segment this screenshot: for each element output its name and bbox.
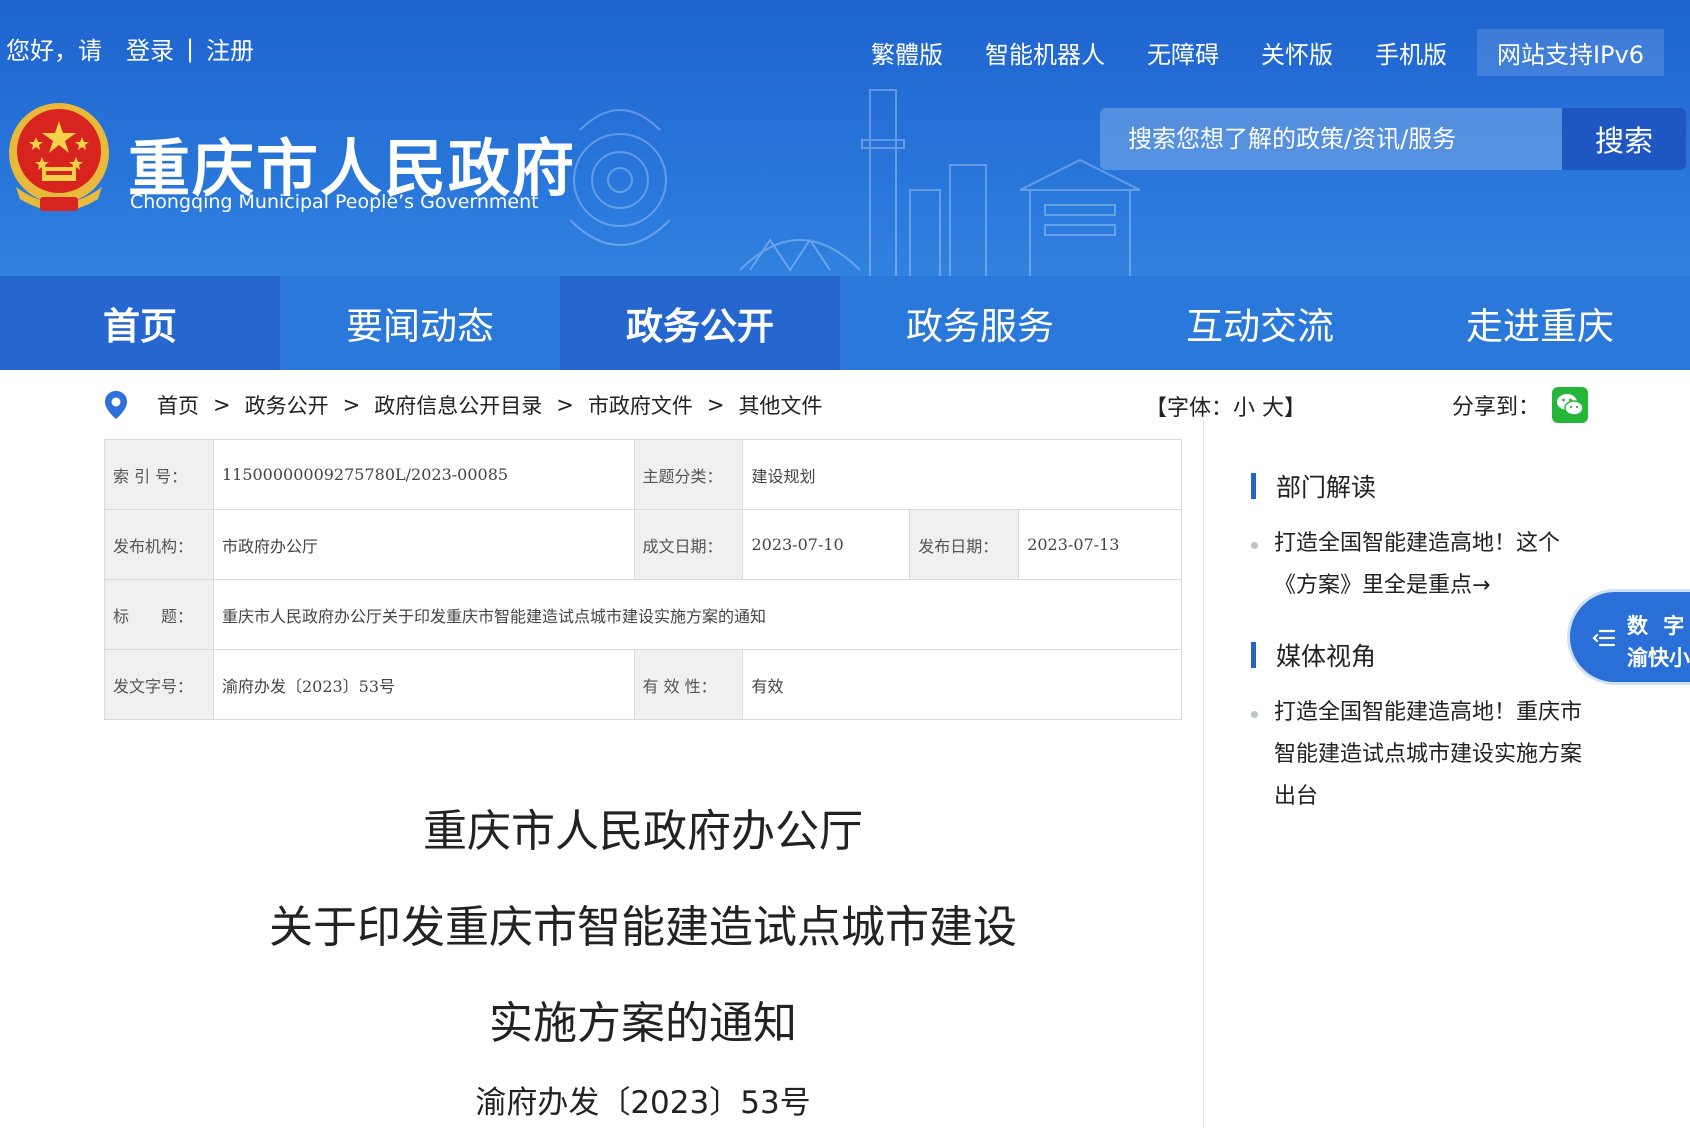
title-label: 标 题： xyxy=(104,579,214,650)
city-skyline-decoration xyxy=(569,89,1141,280)
top-utility-bar: 您好，请 登录 | 注册 繁體版 智能机器人 无障碍 关怀版 手机版 网站支持I… xyxy=(0,0,1690,92)
share-label: 分享到： xyxy=(1452,395,1541,420)
nav-government-affairs-disclosure[interactable]: 政务公开 xyxy=(560,276,840,370)
nav-news[interactable]: 要闻动态 xyxy=(280,276,560,370)
login-register-separator: | xyxy=(186,34,195,63)
share-bar: 分享到： xyxy=(1452,387,1589,423)
site-header: 您好，请 登录 | 注册 繁體版 智能机器人 无障碍 关怀版 手机版 网站支持I… xyxy=(0,0,1690,370)
index-number-label: 索 引 号： xyxy=(104,439,214,510)
sidebar-link-text: 打造全国智能建造高地！这个《方案》里全是重点→ xyxy=(1274,531,1561,598)
national-emblem-logo[interactable] xyxy=(6,101,112,213)
ipv6-support-link[interactable]: 网站支持IPv6 xyxy=(1476,29,1664,76)
site-search: 搜索 xyxy=(1100,108,1686,170)
article-title-line-1: 重庆市人民政府办公厅 xyxy=(423,806,863,857)
greeting-text: 您好，请 xyxy=(6,37,102,65)
search-button[interactable]: 搜索 xyxy=(1562,108,1686,170)
nav-about-chongqing[interactable]: 走进重庆 xyxy=(1400,276,1680,370)
breadcrumb-other-documents[interactable]: 其他文件 xyxy=(738,390,822,420)
breadcrumb-home[interactable]: 首页 xyxy=(157,390,199,420)
publish-date-label: 发布日期： xyxy=(909,509,1020,580)
sidebar-heading-media-perspective: 媒体视角 xyxy=(1251,637,1376,673)
breadcrumb-separator: > xyxy=(556,393,574,417)
menu-icon xyxy=(1592,629,1616,647)
font-size-small-button[interactable]: 小 xyxy=(1233,396,1255,421)
floating-button-line-1: 数 字 xyxy=(1627,614,1689,638)
sidebar-heading-text: 媒体视角 xyxy=(1276,642,1377,671)
search-input[interactable] xyxy=(1100,108,1562,170)
table-row: 标 题： 重庆市人民政府办公厅关于印发重庆市智能建造试点城市建设实施方案的通知 xyxy=(104,579,1183,650)
table-row: 发布机构： 市政府办公厅 成文日期： 2023-07-10 发布日期： 2023… xyxy=(104,509,1182,580)
index-number-value: 11500000009275780L/2023-00085 xyxy=(212,439,635,510)
digital-assistant-floating-button[interactable]: 数 字 渝快小 xyxy=(1567,589,1690,685)
register-link[interactable]: 注册 xyxy=(206,31,254,66)
sidebar-link-department-interpretation[interactable]: 打造全国智能建造高地！这个《方案》里全是重点→ xyxy=(1251,523,1591,607)
font-size-switcher: 【字体：小 大】 xyxy=(1145,390,1306,422)
heading-accent-bar xyxy=(1251,473,1256,499)
heading-accent-bar xyxy=(1251,642,1256,668)
article-title-line-3: 实施方案的通知 xyxy=(489,998,797,1049)
font-size-label: 【字体： xyxy=(1145,396,1234,421)
bullet-dot xyxy=(1251,542,1258,549)
breadcrumb-separator: > xyxy=(342,393,361,417)
validity-label: 有 效 性： xyxy=(633,649,744,720)
sidebar-heading-department-interpretation: 部门解读 xyxy=(1251,468,1376,504)
breadcrumb: 首页 > 政务公开 > 政府信息公开目录 > 市政府文件 > 其他文件 xyxy=(103,390,822,420)
utility-links: 繁體版 智能机器人 无障碍 关怀版 手机版 网站支持IPv6 xyxy=(829,29,1664,76)
document-metadata-table: 索 引 号： 11500000009275780L/2023-00085 主题分… xyxy=(104,439,1183,720)
topic-category-label: 主题分类： xyxy=(633,439,744,510)
font-size-bracket-close: 】 xyxy=(1284,396,1307,421)
bullet-dot xyxy=(1251,711,1258,718)
article-title-line-2: 关于印发重庆市智能建造试点城市建设 xyxy=(269,902,1017,953)
title-value: 重庆市人民政府办公厅关于印发重庆市智能建造试点城市建设实施方案的通知 xyxy=(212,579,1183,650)
issuing-agency-label: 发布机构： xyxy=(104,509,214,580)
breadcrumb-municipal-documents[interactable]: 市政府文件 xyxy=(588,390,693,420)
validity-value: 有效 xyxy=(742,649,1182,720)
nav-home[interactable]: 首页 xyxy=(0,276,280,370)
written-date-label: 成文日期： xyxy=(633,509,744,580)
breadcrumb-government-affairs[interactable]: 政务公开 xyxy=(245,390,329,420)
accessibility-link[interactable]: 无障碍 xyxy=(1147,35,1219,70)
breadcrumb-separator: > xyxy=(706,393,725,417)
main-navigation: 首页 要闻动态 政务公开 政务服务 互动交流 走进重庆 xyxy=(0,276,1690,370)
sidebar-link-media-perspective[interactable]: 打造全国智能建造高地！重庆市智能建造试点城市建设实施方案出台 xyxy=(1251,692,1591,818)
breadcrumb-separator: > xyxy=(213,393,231,417)
table-row: 索 引 号： 11500000009275780L/2023-00085 主题分… xyxy=(104,439,1182,510)
content-sidebar-divider xyxy=(1203,420,1204,1128)
article-document-number: 渝府办发〔2023〕53号 xyxy=(475,1085,811,1121)
table-row: 发文字号： 渝府办发〔2023〕53号 有 效 性： 有效 xyxy=(104,649,1182,720)
nav-government-services[interactable]: 政务服务 xyxy=(840,276,1120,370)
nav-interaction[interactable]: 互动交流 xyxy=(1120,276,1400,370)
site-title-english: Chongqing Municipal People’s Government xyxy=(130,191,539,213)
wechat-share-icon[interactable] xyxy=(1552,387,1589,423)
smart-robot-link[interactable]: 智能机器人 xyxy=(985,35,1105,70)
mobile-version-link[interactable]: 手机版 xyxy=(1375,35,1447,70)
document-number-label: 发文字号： xyxy=(104,649,214,720)
user-greeting: 您好，请 登录 | 注册 xyxy=(6,31,254,66)
font-size-large-button[interactable]: 大 xyxy=(1262,396,1284,421)
elderly-care-mode-link[interactable]: 关怀版 xyxy=(1261,35,1333,70)
issuing-agency-value: 市政府办公厅 xyxy=(212,509,635,580)
login-link[interactable]: 登录 xyxy=(126,31,174,66)
floating-button-line-2: 渝快小 xyxy=(1627,646,1690,670)
written-date-value: 2023-07-10 xyxy=(742,509,911,580)
topic-category-value: 建设规划 xyxy=(742,439,1182,510)
publish-date-value: 2023-07-13 xyxy=(1018,509,1182,580)
traditional-chinese-link[interactable]: 繁體版 xyxy=(871,35,943,70)
breadcrumb-info-catalog[interactable]: 政府信息公开目录 xyxy=(374,390,542,420)
sidebar-link-text: 打造全国智能建造高地！重庆市智能建造试点城市建设实施方案出台 xyxy=(1274,700,1583,809)
sidebar-heading-text: 部门解读 xyxy=(1276,473,1377,502)
document-number-value: 渝府办发〔2023〕53号 xyxy=(212,649,635,720)
location-pin-icon xyxy=(105,391,127,419)
